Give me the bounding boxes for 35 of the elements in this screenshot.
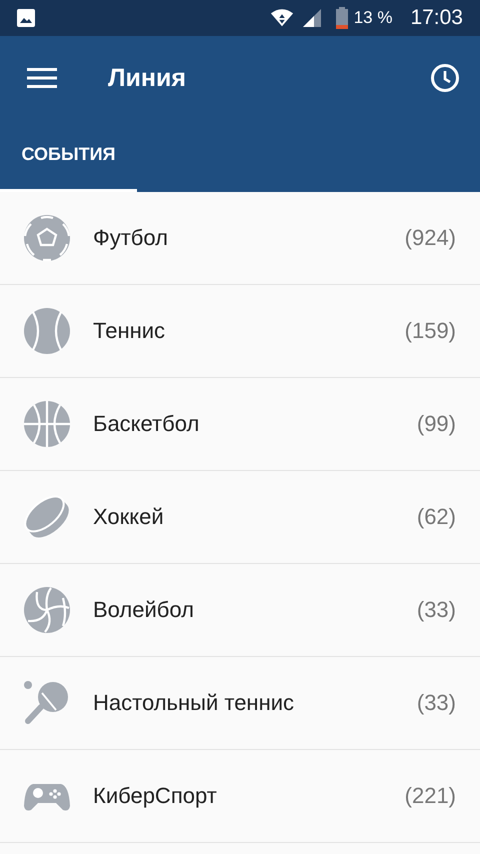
sport-row[interactable]: Хоккей (62) [0,471,480,564]
volleyball-icon [23,586,71,634]
sport-row[interactable]: Футбол (924) [0,192,480,285]
sport-row[interactable]: Баскетбол (99) [0,378,480,471]
sport-name: Настольный теннис [93,690,296,716]
sport-row[interactable]: Волейбол (33) [0,564,480,657]
event-count: (33) [416,597,456,623]
event-count: (221) [404,783,456,809]
sport-name: КиберСпорт [93,783,218,809]
basketball-icon [23,400,71,448]
battery-icon [336,7,348,29]
tennis-ball-icon [23,307,71,355]
event-count: (33) [416,690,456,716]
event-count: (99) [416,411,456,437]
wifi-icon [270,8,294,28]
sport-name: Волейбол [93,597,195,623]
event-count: (924) [404,225,456,251]
event-count: (62) [416,504,456,530]
sport-name: Хоккей [93,504,165,530]
image-icon [16,8,36,28]
sport-row[interactable]: КиберСпорт (221) [0,750,480,843]
history-button[interactable] [430,63,460,93]
screen-title: Линия [108,64,186,92]
ping-pong-paddle-icon [23,679,71,727]
event-count: (159) [404,318,456,344]
sport-row[interactable]: Настольный теннис (33) [0,657,480,750]
tab[interactable]: СОБЫТИЯ [0,120,137,192]
menu-button[interactable] [27,67,57,89]
sport-name: Теннис [93,318,166,344]
sport-name: Футбол [93,225,169,251]
clock-time: 17:03 [410,6,463,30]
sport-name: Баскетбол [93,411,200,437]
sport-row[interactable]: Теннис (159) [0,285,480,378]
battery-percent: 13 % [354,8,392,28]
soccer-ball-icon [23,214,71,262]
